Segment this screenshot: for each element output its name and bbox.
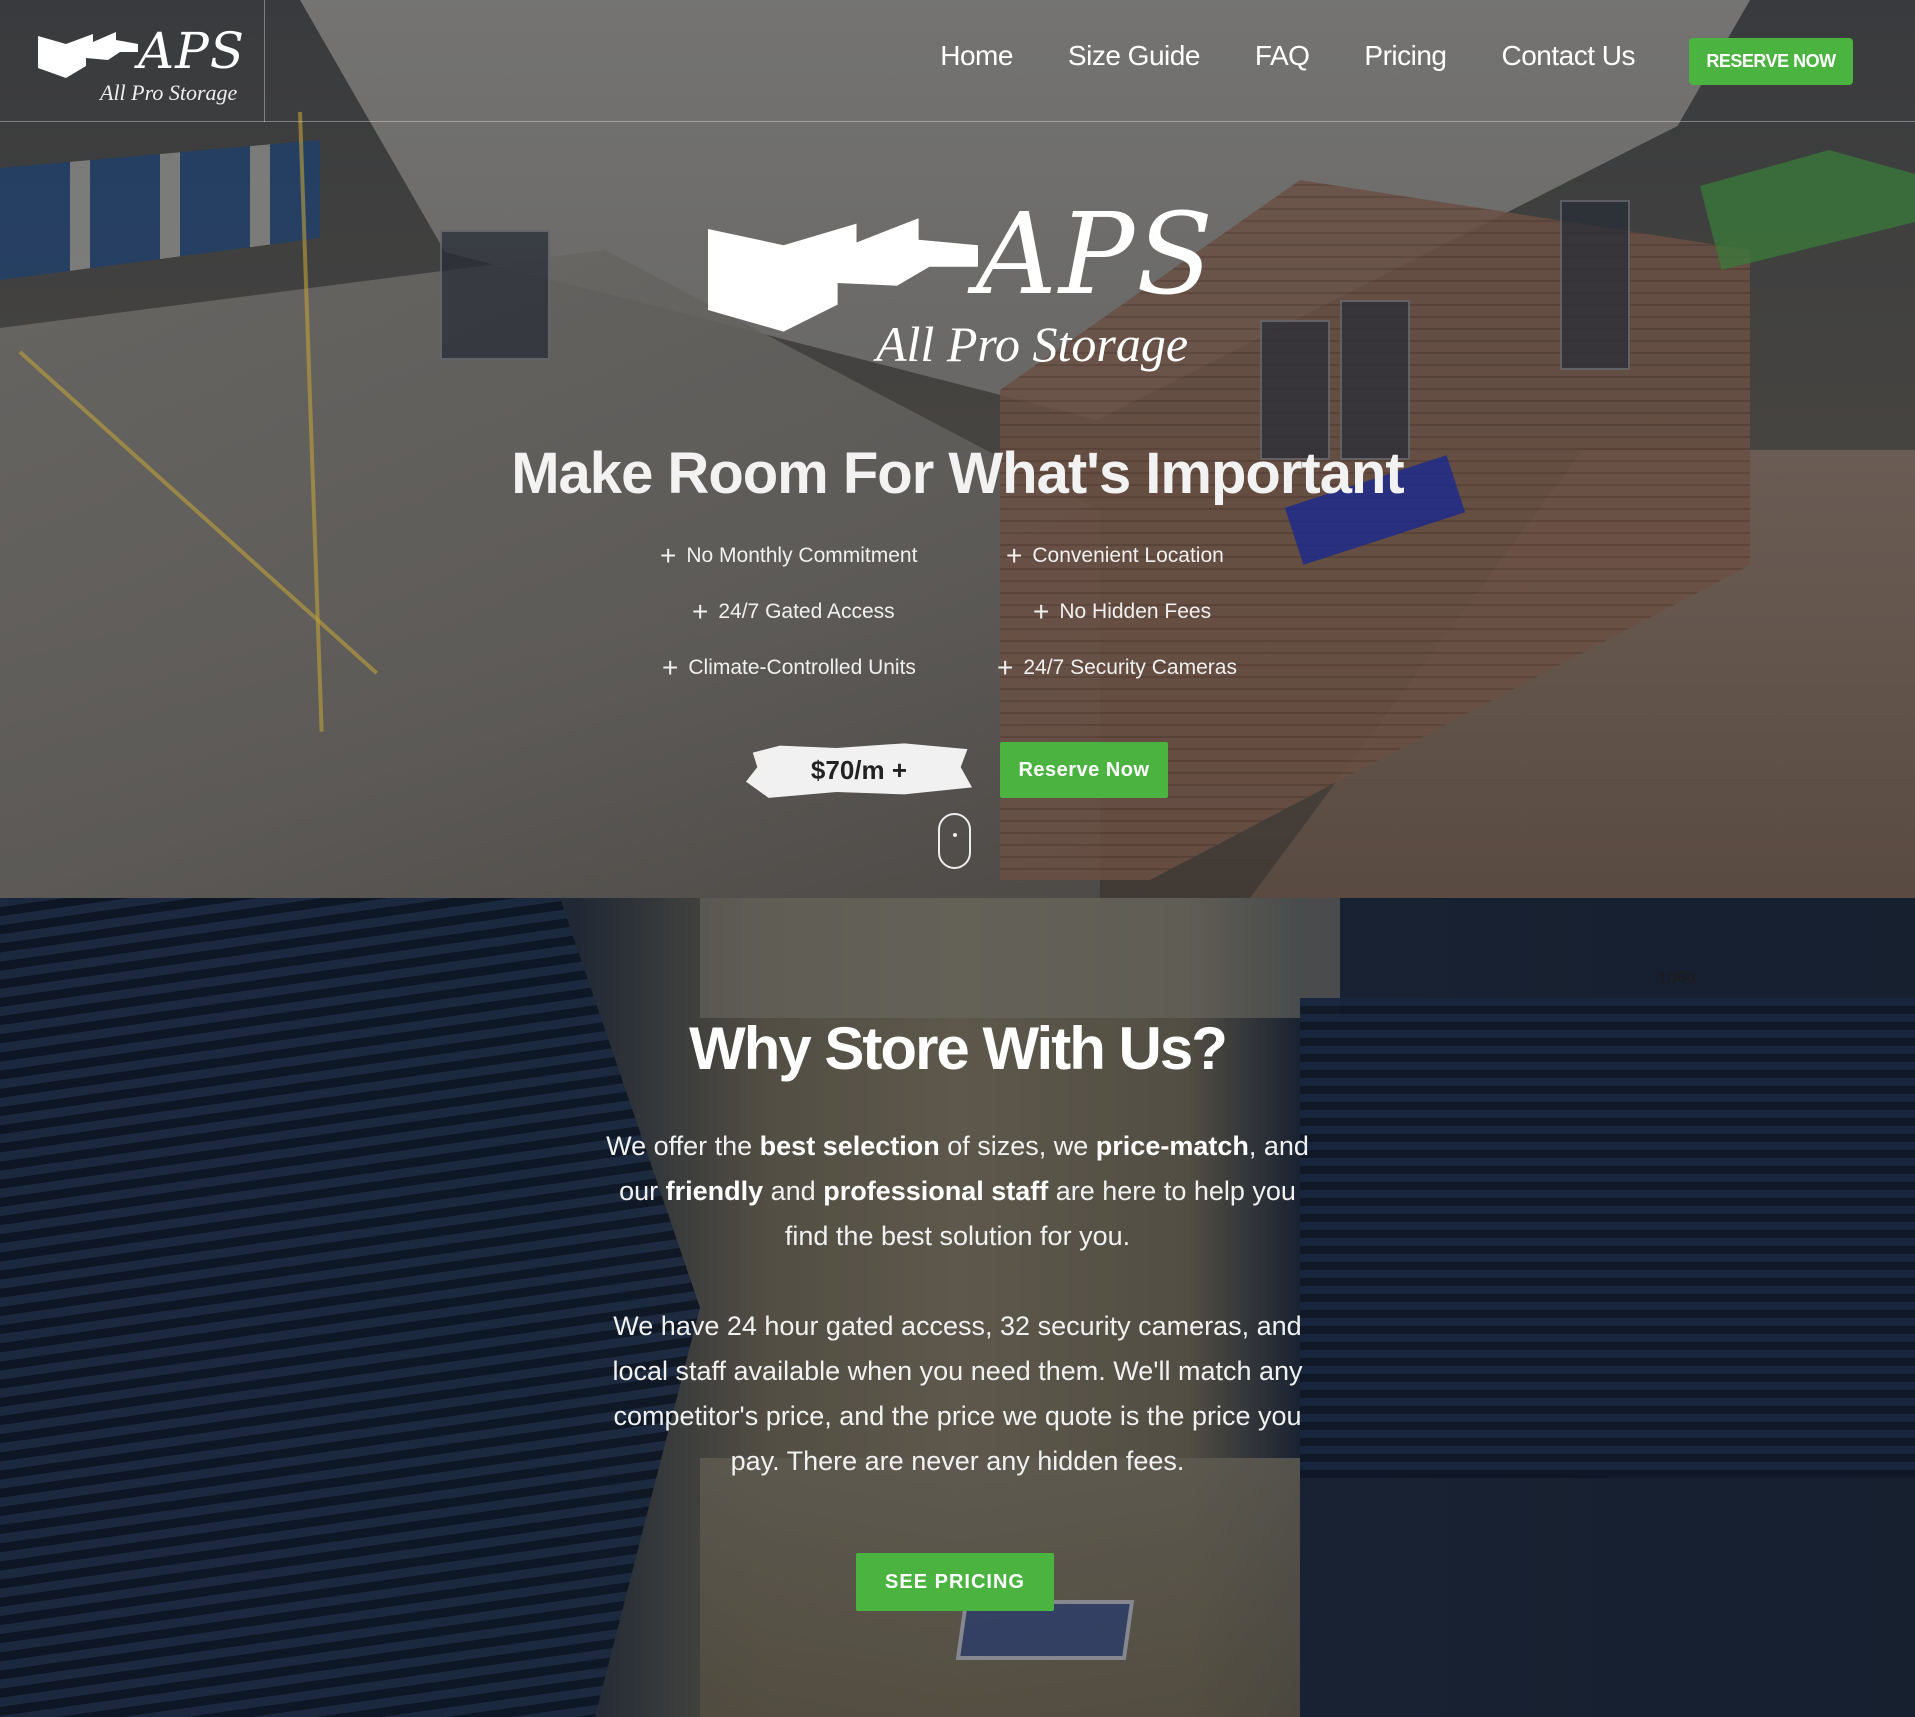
nav-contact-us[interactable]: Contact Us [1502, 40, 1636, 72]
scroll-mouse-icon[interactable] [938, 813, 971, 869]
hero-bg-window [1260, 320, 1330, 460]
feature-label: 24/7 Gated Access [718, 600, 895, 623]
feature-item: + No Hidden Fees [1033, 596, 1211, 628]
text: of sizes, we [939, 1131, 1096, 1161]
logo-text: APS [138, 22, 246, 80]
aps-logo-mark-icon [38, 32, 138, 78]
nav-size-guide[interactable]: Size Guide [1068, 40, 1200, 72]
text: and [763, 1176, 824, 1206]
emphasis: price-match [1095, 1131, 1249, 1161]
hero-reserve-now-button[interactable]: Reserve Now [1000, 742, 1168, 798]
plus-icon: + [1006, 540, 1023, 571]
hero-bg-storage-doors [0, 140, 320, 280]
plus-icon: + [662, 652, 679, 683]
hero-logo-subtitle: All Pro Storage [876, 316, 1189, 372]
plus-icon: + [692, 596, 709, 627]
why-store-section: 1060 Why Store With Us? We offer the bes… [0, 898, 1915, 1717]
why-title: Why Store With Us? [689, 1015, 1228, 1082]
plus-icon: + [1033, 596, 1050, 627]
feature-item: +24/7 Gated Access [692, 596, 895, 628]
hero-logo: APS All Pro Storage [708, 190, 1213, 380]
hero-bg-window [440, 230, 550, 360]
feature-label: Climate-Controlled Units [688, 656, 916, 679]
hero-section: APS All Pro Storage Home Size Guide FAQ … [0, 0, 1915, 898]
feature-item: + Climate-Controlled Units [662, 652, 916, 684]
header-logo[interactable]: APS All Pro Storage [38, 22, 244, 110]
hero-logo-text: APS [976, 190, 1215, 320]
feature-label: No Hidden Fees [1059, 600, 1212, 623]
logo-subtitle: All Pro Storage [100, 80, 238, 105]
plus-icon: + [660, 540, 677, 571]
emphasis: friendly [665, 1176, 764, 1206]
nav-pricing[interactable]: Pricing [1364, 40, 1447, 72]
emphasis: professional staff [823, 1176, 1049, 1206]
why-paragraph-1: We offer the best selection of sizes, we… [595, 1124, 1320, 1259]
main-menu: Home Size Guide FAQ Pricing Contact Us [940, 40, 1635, 72]
price-badge: $70/m + [746, 743, 972, 798]
nav-faq[interactable]: FAQ [1255, 40, 1310, 72]
hero-bg-green-roof [1700, 150, 1915, 270]
hero-bg-window [1560, 200, 1630, 370]
hero-bg-window [1340, 300, 1410, 460]
hero-title: Make Room For What's Important [511, 441, 1405, 506]
why-paragraph-2: We have 24 hour gated access, 32 securit… [612, 1311, 1303, 1476]
emphasis: best selection [759, 1131, 940, 1161]
text: We offer the [606, 1131, 760, 1161]
feature-item: + No Monthly Commitment [660, 540, 917, 572]
feature-label: Convenient Location [1032, 544, 1224, 567]
see-pricing-button[interactable]: SEE PRICING [856, 1553, 1054, 1611]
nav-home[interactable]: Home [940, 40, 1013, 72]
plus-icon: + [997, 652, 1014, 683]
feature-label: No Monthly Commitment [686, 544, 918, 567]
feature-label: 24/7 Security Cameras [1023, 656, 1237, 679]
nav-reserve-now-button[interactable]: RESERVE NOW [1689, 38, 1853, 85]
feature-item: + Convenient Location [1006, 540, 1224, 572]
top-navigation: APS All Pro Storage Home Size Guide FAQ … [0, 0, 1915, 122]
feature-item: +24/7 Security Cameras [997, 652, 1237, 684]
nav-divider [264, 0, 265, 122]
